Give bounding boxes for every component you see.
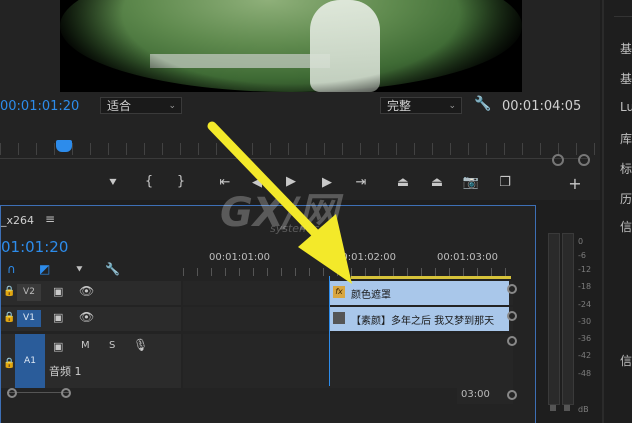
annotation-arrow-icon xyxy=(207,121,352,284)
